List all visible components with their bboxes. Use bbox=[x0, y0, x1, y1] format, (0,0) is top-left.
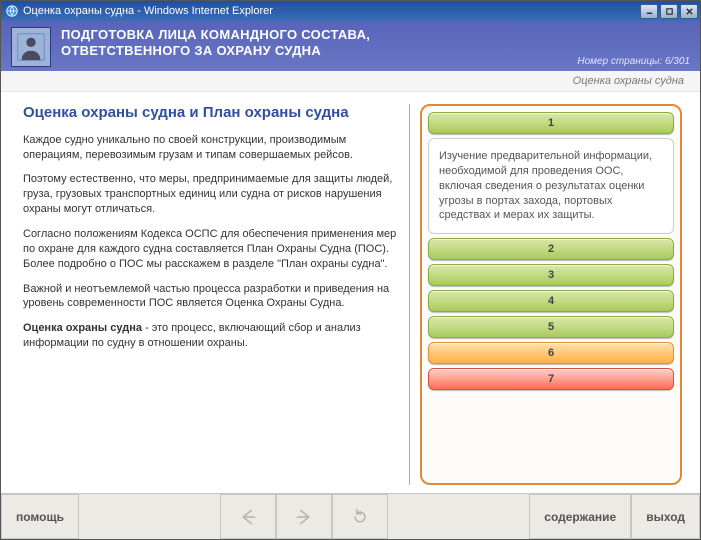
paragraph: Важной и неотъемлемой частью процесса ра… bbox=[23, 282, 399, 312]
course-thumbnail bbox=[11, 27, 51, 67]
ie-icon bbox=[5, 4, 19, 18]
forward-button[interactable] bbox=[276, 494, 332, 539]
accordion-panel: 1 Изучение предварительной информации, н… bbox=[420, 104, 682, 485]
paragraph: Оценка охраны судна - это процесс, включ… bbox=[23, 321, 399, 351]
minimize-button[interactable] bbox=[640, 4, 658, 19]
arrow-left-icon bbox=[235, 506, 261, 528]
term-strong: Оценка охраны судна bbox=[23, 322, 142, 334]
accordion-item-1-body: Изучение предварительной информации, нео… bbox=[428, 138, 674, 234]
breadcrumb: Оценка охраны судна bbox=[1, 71, 700, 92]
accordion-item-5-header[interactable]: 5 bbox=[428, 316, 674, 338]
window-title: Оценка охраны судна - Windows Internet E… bbox=[23, 5, 640, 17]
accordion-item-7-header[interactable]: 7 bbox=[428, 368, 674, 390]
paragraph: Каждое судно уникально по своей конструк… bbox=[23, 133, 399, 163]
page-heading: Оценка охраны судна и План охраны судна bbox=[23, 104, 399, 123]
accordion-item-2-header[interactable]: 2 bbox=[428, 238, 674, 260]
help-button[interactable]: помощь bbox=[1, 494, 79, 539]
exit-button[interactable]: выход bbox=[631, 494, 700, 539]
page-counter: Номер страницы: 6/301 bbox=[577, 56, 690, 67]
paragraph: Согласно положениям Кодекса ОСПС для обе… bbox=[23, 227, 399, 272]
accordion-item-1-header[interactable]: 1 bbox=[428, 112, 674, 134]
close-button[interactable] bbox=[680, 4, 698, 19]
course-header: ПОДГОТОВКА ЛИЦА КОМАНДНОГО СОСТАВА, ОТВЕ… bbox=[1, 21, 700, 71]
paragraph: Поэтому естественно, что меры, предприни… bbox=[23, 172, 399, 217]
footer-nav: помощь содержание выход bbox=[1, 493, 700, 539]
arrow-right-icon bbox=[291, 506, 317, 528]
maximize-button[interactable] bbox=[660, 4, 678, 19]
reload-button[interactable] bbox=[332, 494, 388, 539]
window-titlebar: Оценка охраны судна - Windows Internet E… bbox=[1, 1, 700, 21]
accordion-item-3-header[interactable]: 3 bbox=[428, 264, 674, 286]
course-title-line1: ПОДГОТОВКА ЛИЦА КОМАНДНОГО СОСТАВА, bbox=[61, 27, 370, 43]
accordion-item-4-header[interactable]: 4 bbox=[428, 290, 674, 312]
course-title-line2: ОТВЕТСТВЕННОГО ЗА ОХРАНУ СУДНА bbox=[61, 43, 370, 59]
back-button[interactable] bbox=[220, 494, 276, 539]
accordion-item-6-header[interactable]: 6 bbox=[428, 342, 674, 364]
reload-icon bbox=[347, 506, 373, 528]
main-text-column: Оценка охраны судна и План охраны судна … bbox=[23, 104, 410, 485]
contents-button[interactable]: содержание bbox=[529, 494, 631, 539]
